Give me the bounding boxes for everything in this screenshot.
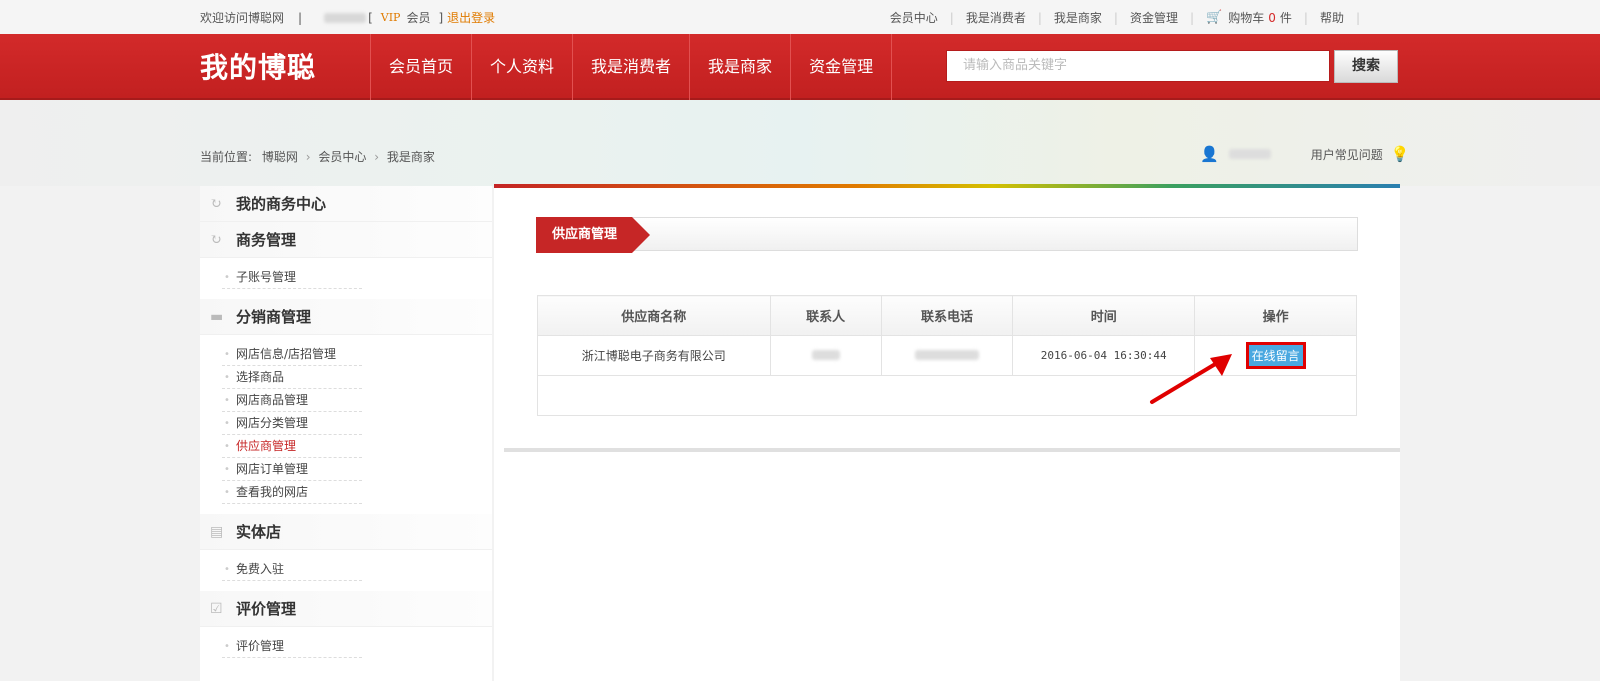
- cart-unit: 件: [1279, 11, 1292, 25]
- top-link-separator: |: [949, 10, 954, 25]
- sidebar-item-shop-products[interactable]: 网店商品管理: [222, 389, 362, 412]
- sidebar-section-reviews[interactable]: ☑ 评价管理: [200, 591, 492, 627]
- sidebar-section-business-center[interactable]: ↻ 我的商务中心: [200, 186, 492, 222]
- sidebar-section-business-management[interactable]: ↻ 商务管理: [200, 222, 492, 258]
- breadcrumb-arrow-icon: ›: [374, 150, 380, 164]
- sidebar-section-title: 评价管理: [236, 600, 297, 618]
- faq-link[interactable]: 用户常见问题: [1311, 146, 1383, 163]
- sidebar-item-suppliers[interactable]: 供应商管理: [222, 435, 362, 458]
- username-redacted: [324, 12, 367, 23]
- sidebar-section-title: 商务管理: [236, 231, 297, 249]
- breadcrumb: 当前位置: 博聪网 › 会员中心 › 我是商家: [200, 148, 435, 165]
- nav-consumer[interactable]: 我是消费者: [572, 34, 689, 100]
- red-arrow-icon: [1150, 354, 1232, 404]
- help-link[interactable]: 帮助: [1320, 9, 1344, 26]
- search-input[interactable]: 请输入商品关键字: [946, 50, 1330, 82]
- search-button[interactable]: 搜索: [1334, 50, 1398, 83]
- refresh-icon: ↻: [210, 196, 222, 212]
- refresh-icon: ↻: [210, 232, 222, 248]
- lightbulb-icon: 💡: [1390, 145, 1410, 163]
- card-icon: ▬: [210, 309, 224, 325]
- breadcrumb-arrow-icon: ›: [305, 150, 311, 164]
- cart-count: 0: [1268, 10, 1276, 25]
- vip-bracket-open: [: [368, 10, 373, 25]
- sidebar-section-title: 分销商管理: [236, 308, 312, 326]
- sidebar-item-subaccount[interactable]: 子账号管理: [222, 266, 362, 289]
- breadcrumb-prefix: 当前位置:: [200, 150, 253, 164]
- sidebar-item-shop-orders[interactable]: 网店订单管理: [222, 458, 362, 481]
- sidebar-item-shop-categories[interactable]: 网店分类管理: [222, 412, 362, 435]
- main-nav: 会员首页 个人资料 我是消费者 我是商家 资金管理: [370, 34, 893, 100]
- sidebar-item-shop-info[interactable]: 网店信息/店招管理: [222, 343, 362, 366]
- nav-merchant[interactable]: 我是商家: [689, 34, 790, 100]
- vip-bracket-close: ]: [438, 10, 444, 25]
- top-link-merchant[interactable]: 我是商家: [1054, 9, 1102, 26]
- site-logo[interactable]: 我的博聪: [200, 46, 316, 86]
- sidebar-list: 子账号管理: [200, 258, 492, 299]
- username-redacted: [1228, 149, 1271, 159]
- sidebar: ↻ 我的商务中心 ↻ 商务管理 子账号管理 ▬ 分销商管理 网店信息/店招管理 …: [200, 186, 492, 681]
- user-icon: 👤: [1200, 145, 1219, 163]
- logout-link[interactable]: 退出登录: [447, 9, 495, 26]
- sidebar-item-select-products[interactable]: 选择商品: [222, 366, 362, 389]
- vip-badge: VIP: [380, 11, 401, 24]
- inbox-icon: ▤: [210, 524, 224, 540]
- user-area: 👤 用户常见问题 💡: [1200, 145, 1409, 163]
- sidebar-list: 免费入驻: [200, 550, 492, 591]
- welcome-divider: |: [298, 10, 303, 25]
- top-utility-bar: 欢迎访问博聪网 | [ VIP 会员 ] 退出登录 会员中心 | 我是消费者 |…: [0, 0, 1600, 34]
- sidebar-item-review-management[interactable]: 评价管理: [222, 635, 362, 658]
- breadcrumb-band: [0, 100, 1600, 186]
- top-link-separator: |: [1303, 10, 1308, 25]
- welcome-text: 欢迎访问博聪网: [200, 11, 285, 25]
- nav-funds[interactable]: 资金管理: [790, 34, 893, 100]
- sidebar-section-title: 实体店: [236, 523, 282, 541]
- top-link-separator: |: [1189, 10, 1195, 25]
- nav-profile[interactable]: 个人资料: [471, 34, 572, 100]
- breadcrumb-item[interactable]: 博聪网: [262, 150, 298, 164]
- sidebar-section-title: 我的商务中心: [236, 195, 327, 213]
- cart-label: 购物车: [1228, 11, 1265, 25]
- top-link-separator: |: [1355, 10, 1360, 25]
- member-label: 会员: [406, 11, 431, 25]
- cart-link[interactable]: 🛒 购物车 0 件: [1206, 9, 1292, 26]
- sidebar-list: 网店信息/店招管理 选择商品 网店商品管理 网店分类管理 供应商管理 网店订单管…: [200, 335, 492, 514]
- top-link-separator: |: [1037, 10, 1042, 25]
- top-link-separator: |: [1113, 10, 1118, 25]
- top-link-funds[interactable]: 资金管理: [1130, 9, 1178, 26]
- welcome-area: 欢迎访问博聪网 | [ VIP 会员 ] 退出登录: [200, 9, 495, 26]
- sidebar-section-physical-store[interactable]: ▤ 实体店: [200, 514, 492, 550]
- sidebar-item-view-shop[interactable]: 查看我的网店: [222, 481, 362, 504]
- top-link-consumer[interactable]: 我是消费者: [966, 9, 1026, 26]
- top-links: 会员中心 | 我是消费者 | 我是商家 | 资金管理 | 🛒 购物车 0 件 |…: [890, 9, 1372, 26]
- cart-icon: 🛒: [1206, 10, 1223, 25]
- sidebar-item-free-join[interactable]: 免费入驻: [222, 558, 362, 581]
- breadcrumb-item[interactable]: 我是商家: [387, 150, 435, 164]
- main-panel: 供应商管理 供应商名称 联系人 联系电话 时间 操作 浙江博聪电子商务有限公司 …: [494, 184, 1400, 681]
- top-link-member-center[interactable]: 会员中心: [890, 9, 938, 26]
- nav-member-home[interactable]: 会员首页: [370, 34, 471, 100]
- checkbox-icon: ☑: [210, 601, 223, 617]
- sidebar-section-distributor[interactable]: ▬ 分销商管理: [200, 299, 492, 335]
- sidebar-list: 评价管理: [200, 627, 492, 668]
- breadcrumb-item[interactable]: 会员中心: [318, 150, 366, 164]
- main-header: 我的博聪 会员首页 个人资料 我是消费者 我是商家 资金管理 请输入商品关键字 …: [0, 34, 1600, 100]
